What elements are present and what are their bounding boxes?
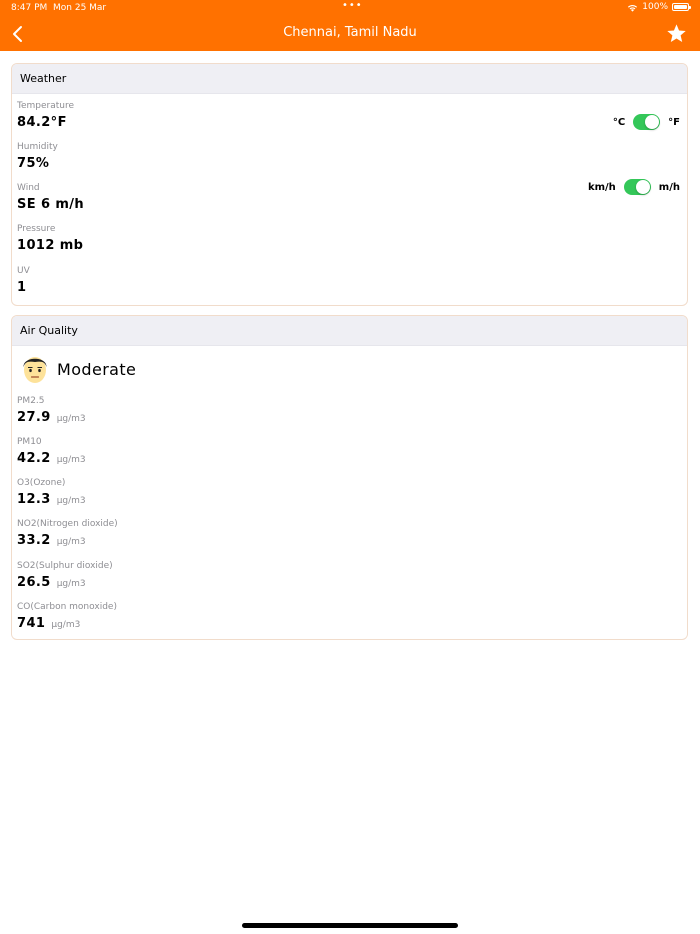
navigation-bar: 8:47 PM Mon 25 Mar ••• 100% Chennai, Tam… [0,0,700,51]
air-quality-card: Air Quality Moderate PM2.5 27.9 µg/m3 PM1… [11,315,688,640]
pollutant-label: NO2(Nitrogen dioxide) [17,519,118,529]
fahrenheit-label: °F [668,116,680,128]
star-icon[interactable] [666,23,687,44]
status-bar: 8:47 PM Mon 25 Mar ••• 100% [0,0,700,17]
temperature-label: Temperature [17,101,75,111]
pollutant-value: 26.5 µg/m3 [17,575,86,590]
pollutant-unit: µg/m3 [56,579,86,589]
kmh-label: km/h [587,181,616,193]
pressure-value: 1012 mb [17,238,84,253]
page-title: Chennai, Tamil Nadu [283,25,417,40]
battery-percent: 100% [642,2,668,12]
pollutant-label: PM10 [17,437,42,447]
wind-label: Wind [17,183,40,193]
celsius-label: °C [612,116,626,128]
pollutant-unit: µg/m3 [56,455,86,465]
speed-unit-switch[interactable] [623,179,651,195]
pollutant-value: 33.2 µg/m3 [17,533,86,548]
mph-label: m/h [658,181,680,193]
pollutant-unit: µg/m3 [56,496,86,506]
pollutant-value: 741 µg/m3 [17,616,81,631]
wind-value: SE 6 m/h [17,197,85,212]
temperature-unit-toggle: °C °F [613,114,680,130]
home-indicator[interactable] [242,923,458,928]
pollutant-label: SO2(Sulphur dioxide) [17,561,113,571]
weather-card: Weather Temperature 84.2°F Humidity 75% … [11,63,688,306]
weather-header: Weather [12,64,687,94]
uv-label: UV [17,266,30,276]
status-indicators: 100% [627,2,691,12]
pollutant-unit: µg/m3 [51,620,81,630]
temperature-value: 84.2°F [17,115,67,130]
temperature-unit-switch[interactable] [633,114,661,130]
pollutant-value: 27.9 µg/m3 [17,410,86,425]
speed-unit-toggle: km/h m/h [588,179,680,195]
air-quality-status: Moderate [57,360,137,379]
pollutant-unit: µg/m3 [56,414,86,424]
pollutant-value: 12.3 µg/m3 [17,492,86,507]
uv-value: 1 [17,280,27,295]
neutral-face-icon [23,357,47,383]
status-time: 8:47 PM Mon 25 Mar [11,3,107,13]
wifi-icon [628,4,638,12]
air-quality-header: Air Quality [12,316,687,346]
battery-icon [672,3,691,11]
pollutant-unit: µg/m3 [56,537,86,547]
pollutant-label: O3(Ozone) [17,478,66,488]
humidity-label: Humidity [17,142,58,152]
pressure-label: Pressure [17,224,56,234]
humidity-value: 75% [17,156,50,171]
pollutant-label: CO(Carbon monoxide) [17,602,117,612]
pollutant-value: 42.2 µg/m3 [17,451,86,466]
pollutant-label: PM2.5 [17,396,45,406]
multitasking-dots: ••• [342,0,363,11]
